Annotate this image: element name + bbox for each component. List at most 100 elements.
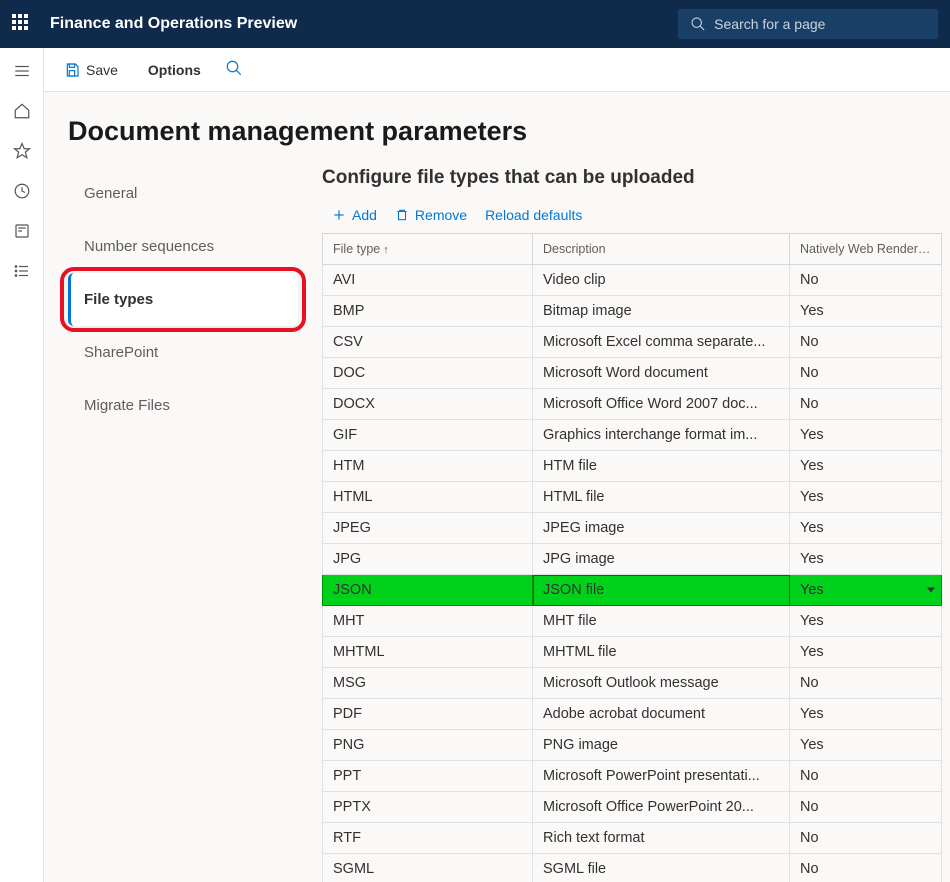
cell-desc[interactable]: Microsoft Word document xyxy=(533,358,790,389)
cell-rend[interactable]: No xyxy=(790,389,942,420)
cell-ft[interactable]: DOC xyxy=(323,358,533,389)
cell-ft[interactable]: PPTX xyxy=(323,792,533,823)
cell-rend[interactable]: Yes xyxy=(790,606,942,637)
cell-desc[interactable]: Graphics interchange format im... xyxy=(533,420,790,451)
col-renderable[interactable]: Natively Web Renderable xyxy=(790,234,942,265)
remove-button[interactable]: Remove xyxy=(395,207,467,223)
table-row[interactable]: JPEGJPEG imageYes xyxy=(323,513,942,544)
cell-desc[interactable]: Bitmap image xyxy=(533,296,790,327)
cell-desc[interactable]: JSON file xyxy=(533,575,790,606)
cell-rend[interactable]: Yes xyxy=(790,544,942,575)
tab-number-sequences[interactable]: Number sequences xyxy=(68,220,298,273)
cell-desc[interactable]: Rich text format xyxy=(533,823,790,854)
global-search[interactable] xyxy=(678,9,938,39)
cell-ft[interactable]: JSON xyxy=(323,575,533,606)
cell-rend[interactable]: Yes xyxy=(790,513,942,544)
table-row[interactable]: AVIVideo clipNo xyxy=(323,265,942,296)
table-row[interactable]: PDFAdobe acrobat documentYes xyxy=(323,699,942,730)
tab-general[interactable]: General xyxy=(68,167,298,220)
cell-rend[interactable]: No xyxy=(790,854,942,882)
cell-desc[interactable]: PNG image xyxy=(533,730,790,761)
cell-ft[interactable]: GIF xyxy=(323,420,533,451)
table-row[interactable]: DOCMicrosoft Word documentNo xyxy=(323,358,942,389)
table-row[interactable]: DOCXMicrosoft Office Word 2007 doc...No xyxy=(323,389,942,420)
tab-file-types[interactable]: File types xyxy=(68,273,298,326)
search-input[interactable] xyxy=(714,16,926,32)
cell-rend[interactable]: Yes xyxy=(790,420,942,451)
cell-desc[interactable]: Microsoft PowerPoint presentati... xyxy=(533,761,790,792)
cell-desc[interactable]: Microsoft Office PowerPoint 20... xyxy=(533,792,790,823)
cell-ft[interactable]: JPG xyxy=(323,544,533,575)
app-launcher-icon[interactable] xyxy=(12,14,32,34)
cell-ft[interactable]: DOCX xyxy=(323,389,533,420)
cell-ft[interactable]: HTML xyxy=(323,482,533,513)
table-row[interactable]: SGMLSGML fileNo xyxy=(323,854,942,882)
table-row[interactable]: MSGMicrosoft Outlook messageNo xyxy=(323,668,942,699)
cell-ft[interactable]: PPT xyxy=(323,761,533,792)
cell-desc[interactable]: MHT file xyxy=(533,606,790,637)
cell-desc[interactable]: JPG image xyxy=(533,544,790,575)
cell-desc[interactable]: Microsoft Excel comma separate... xyxy=(533,327,790,358)
cell-ft[interactable]: RTF xyxy=(323,823,533,854)
table-row[interactable]: BMPBitmap imageYes xyxy=(323,296,942,327)
table-row[interactable]: JPGJPG imageYes xyxy=(323,544,942,575)
menu-icon[interactable] xyxy=(13,62,31,80)
cell-rend[interactable]: Yes xyxy=(790,730,942,761)
cell-rend[interactable]: No xyxy=(790,761,942,792)
action-search-button[interactable] xyxy=(225,59,243,80)
table-row[interactable]: RTFRich text formatNo xyxy=(323,823,942,854)
col-filetype[interactable]: File type xyxy=(323,234,533,265)
star-icon[interactable] xyxy=(13,142,31,160)
cell-ft[interactable]: PNG xyxy=(323,730,533,761)
options-button[interactable]: Options xyxy=(142,58,207,82)
table-row[interactable]: HTMLHTML fileYes xyxy=(323,482,942,513)
cell-rend[interactable]: No xyxy=(790,668,942,699)
tab-migrate-files[interactable]: Migrate Files xyxy=(68,379,298,432)
add-button[interactable]: Add xyxy=(332,207,377,223)
table-row[interactable]: JSONJSON fileYes xyxy=(323,575,942,606)
col-description[interactable]: Description xyxy=(533,234,790,265)
cell-rend[interactable]: No xyxy=(790,823,942,854)
cell-desc[interactable]: Microsoft Office Word 2007 doc... xyxy=(533,389,790,420)
cell-ft[interactable]: AVI xyxy=(323,265,533,296)
cell-ft[interactable]: MHTML xyxy=(323,637,533,668)
table-row[interactable]: CSVMicrosoft Excel comma separate...No xyxy=(323,327,942,358)
cell-ft[interactable]: BMP xyxy=(323,296,533,327)
table-row[interactable]: GIFGraphics interchange format im...Yes xyxy=(323,420,942,451)
cell-desc[interactable]: JPEG image xyxy=(533,513,790,544)
table-row[interactable]: PNGPNG imageYes xyxy=(323,730,942,761)
clock-icon[interactable] xyxy=(13,182,31,200)
cell-rend[interactable]: Yes xyxy=(790,296,942,327)
cell-ft[interactable]: MHT xyxy=(323,606,533,637)
cell-ft[interactable]: CSV xyxy=(323,327,533,358)
home-icon[interactable] xyxy=(13,102,31,120)
cell-rend[interactable]: No xyxy=(790,358,942,389)
table-row[interactable]: PPTXMicrosoft Office PowerPoint 20...No xyxy=(323,792,942,823)
tab-sharepoint[interactable]: SharePoint xyxy=(68,326,298,379)
save-button[interactable]: Save xyxy=(58,58,124,82)
cell-desc[interactable]: SGML file xyxy=(533,854,790,882)
cell-desc[interactable]: Microsoft Outlook message xyxy=(533,668,790,699)
cell-desc[interactable]: Video clip xyxy=(533,265,790,296)
cell-ft[interactable]: MSG xyxy=(323,668,533,699)
cell-desc[interactable]: Adobe acrobat document xyxy=(533,699,790,730)
cell-rend[interactable]: Yes xyxy=(790,451,942,482)
cell-rend[interactable]: Yes xyxy=(790,637,942,668)
cell-rend[interactable]: No xyxy=(790,792,942,823)
table-row[interactable]: PPTMicrosoft PowerPoint presentati...No xyxy=(323,761,942,792)
cell-desc[interactable]: MHTML file xyxy=(533,637,790,668)
form-icon[interactable] xyxy=(13,222,31,240)
cell-rend[interactable]: No xyxy=(790,327,942,358)
reload-defaults-button[interactable]: Reload defaults xyxy=(485,207,582,223)
cell-rend[interactable]: No xyxy=(790,265,942,296)
cell-ft[interactable]: PDF xyxy=(323,699,533,730)
table-row[interactable]: MHTMLMHTML fileYes xyxy=(323,637,942,668)
table-row[interactable]: HTMHTM fileYes xyxy=(323,451,942,482)
table-row[interactable]: MHTMHT fileYes xyxy=(323,606,942,637)
cell-ft[interactable]: HTM xyxy=(323,451,533,482)
list-icon[interactable] xyxy=(13,262,31,280)
cell-rend[interactable]: Yes xyxy=(790,575,942,606)
cell-desc[interactable]: HTM file xyxy=(533,451,790,482)
cell-rend[interactable]: Yes xyxy=(790,482,942,513)
cell-desc[interactable]: HTML file xyxy=(533,482,790,513)
